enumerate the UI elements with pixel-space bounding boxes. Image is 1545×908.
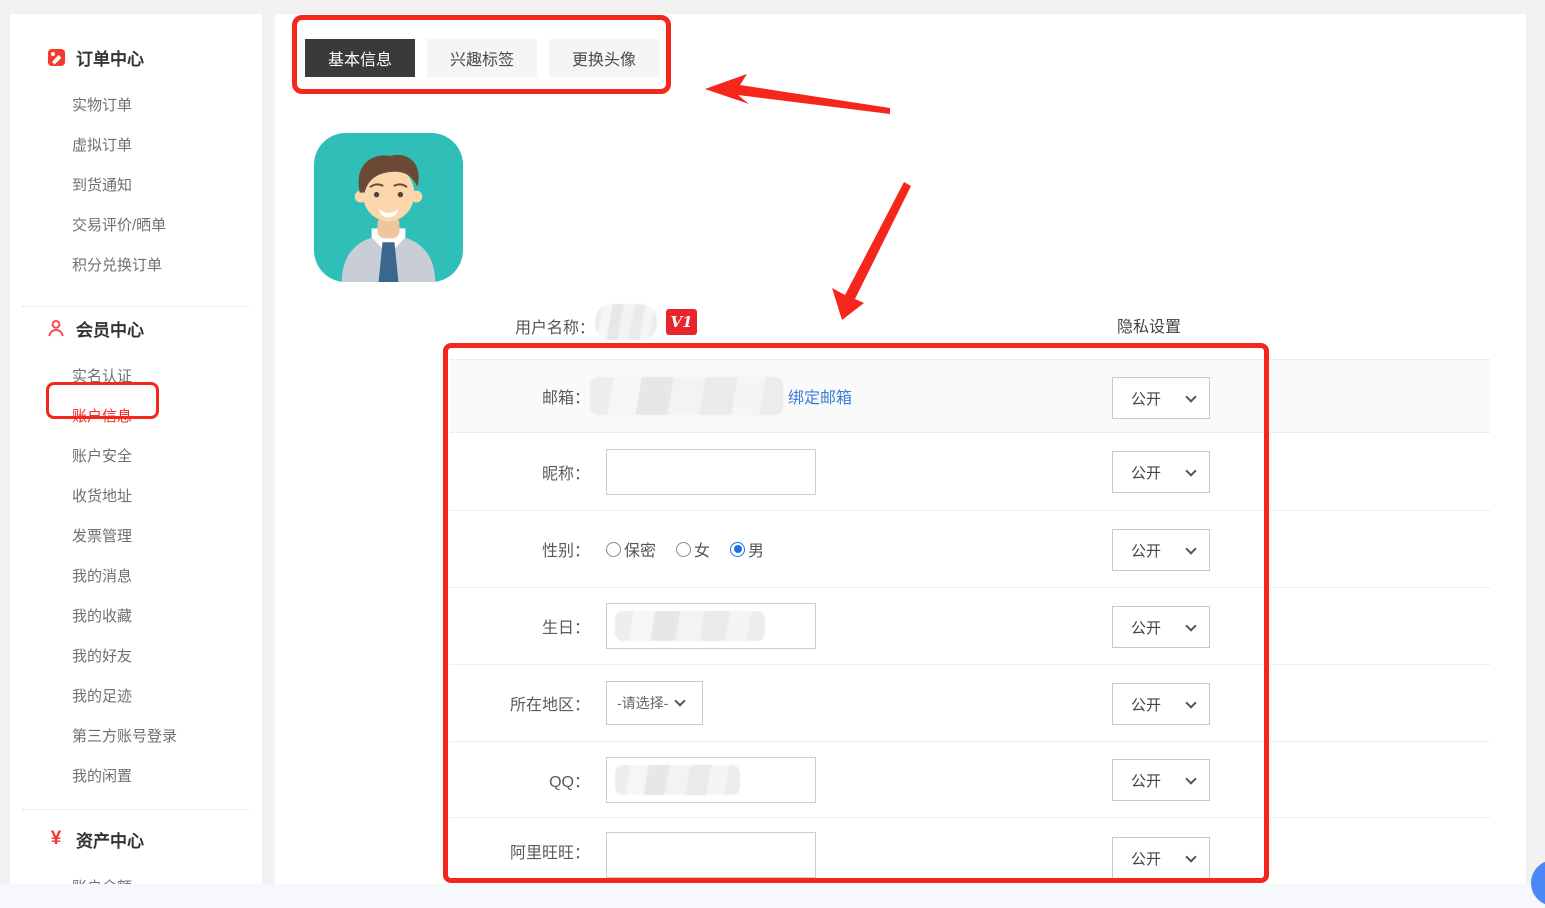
- gender-privacy-select[interactable]: 公开: [1112, 529, 1210, 571]
- birthday-censored-value: [615, 611, 765, 641]
- radio-secret[interactable]: 保密: [606, 537, 656, 561]
- vip-level-badge: V1: [666, 309, 697, 335]
- privacy-value: 公开: [1131, 462, 1161, 483]
- privacy-value: 公开: [1131, 770, 1161, 791]
- form-row-region: 所在地区： -请选择- 公开: [450, 665, 1489, 742]
- sidebar-item-my-idle[interactable]: 我的闲置: [10, 757, 262, 797]
- radio-female[interactable]: 女: [676, 537, 710, 561]
- sidebar-item-invoice-management[interactable]: 发票管理: [10, 517, 262, 557]
- avatar: [314, 133, 463, 282]
- qq-censored-value: [615, 765, 740, 795]
- annotation-arrow-form: [828, 180, 918, 326]
- sidebar: 订单中心 实物订单 虚拟订单 到货通知 交易评价/晒单 积分兑换订单 会员中心 …: [10, 14, 262, 908]
- sidebar-section-order-center: 订单中心: [10, 38, 262, 76]
- sidebar-item-my-friends[interactable]: 我的好友: [10, 637, 262, 677]
- form-row-aliwangwang: 阿里旺旺： 公开: [450, 818, 1489, 884]
- chevron-down-icon: [1185, 697, 1196, 708]
- chevron-down-icon: [1185, 773, 1196, 784]
- username-censored-value: [595, 304, 657, 340]
- privacy-value: 公开: [1131, 388, 1161, 409]
- sidebar-item-arrival-notice[interactable]: 到货通知: [10, 166, 262, 206]
- privacy-settings-header: 隐私设置: [1117, 313, 1181, 337]
- chevron-down-icon: [1185, 620, 1196, 631]
- sidebar-section-member-center: 会员中心: [10, 309, 262, 347]
- order-icon: [46, 47, 66, 67]
- qq-label: QQ：: [450, 742, 598, 817]
- sidebar-item-my-messages[interactable]: 我的消息: [10, 557, 262, 597]
- sidebar-item-shipping-address[interactable]: 收货地址: [10, 477, 262, 517]
- annotation-arrow-tabs: [700, 72, 895, 124]
- tab-basic-info[interactable]: 基本信息: [305, 39, 415, 77]
- yen-icon: ¥: [46, 829, 66, 849]
- sidebar-item-account-security[interactable]: 账户安全: [10, 437, 262, 477]
- form-row-email: 邮箱： 绑定邮箱 公开: [450, 359, 1489, 433]
- birthday-label: 生日：: [450, 588, 598, 664]
- form-row-nickname: 昵称： 公开: [450, 433, 1489, 511]
- region-select[interactable]: -请选择-: [606, 681, 703, 725]
- email-label: 邮箱：: [450, 360, 598, 432]
- radio-icon: [676, 542, 691, 557]
- sidebar-divider: [22, 306, 250, 307]
- region-label: 所在地区：: [450, 665, 598, 741]
- sidebar-item-my-favorites[interactable]: 我的收藏: [10, 597, 262, 637]
- radio-label: 女: [694, 537, 710, 561]
- tab-change-avatar[interactable]: 更换头像: [549, 39, 659, 77]
- sidebar-item-points-orders[interactable]: 积分兑换订单: [10, 246, 262, 286]
- username-label: 用户名称：: [515, 314, 595, 338]
- radio-male[interactable]: 男: [730, 537, 764, 561]
- section-title: 订单中心: [76, 45, 144, 70]
- section-title: 会员中心: [76, 316, 144, 341]
- nickname-privacy-select[interactable]: 公开: [1112, 451, 1210, 493]
- sidebar-item-reviews[interactable]: 交易评价/晒单: [10, 206, 262, 246]
- sidebar-divider: [22, 809, 250, 810]
- aliwangwang-input[interactable]: [606, 832, 816, 878]
- radio-checked-icon: [730, 542, 745, 557]
- member-icon: [46, 318, 66, 338]
- radio-label: 男: [748, 537, 764, 561]
- region-privacy-select[interactable]: 公开: [1112, 683, 1210, 725]
- privacy-value: 公开: [1131, 848, 1161, 869]
- form-row-qq: QQ： 公开: [450, 742, 1489, 818]
- section-title: 资产中心: [76, 827, 144, 852]
- qq-input[interactable]: [606, 757, 816, 803]
- email-censored-value: [590, 377, 783, 415]
- form-row-gender: 性别： 保密 女 男 公开: [450, 511, 1489, 588]
- bind-email-link[interactable]: 绑定邮箱: [788, 384, 852, 408]
- birthday-input[interactable]: [606, 603, 816, 649]
- sidebar-item-virtual-orders[interactable]: 虚拟订单: [10, 126, 262, 166]
- tab-interest-tags[interactable]: 兴趣标签: [427, 39, 537, 77]
- privacy-value: 公开: [1131, 540, 1161, 561]
- chevron-down-icon: [1185, 465, 1196, 476]
- region-select-value: -请选择-: [617, 693, 668, 713]
- form-row-birthday: 生日： 公开: [450, 588, 1489, 665]
- chevron-down-icon: [1185, 851, 1196, 862]
- chevron-down-icon: [1185, 391, 1196, 402]
- sidebar-section-asset-center: ¥ 资产中心: [10, 820, 262, 858]
- sidebar-item-account-info[interactable]: 账户信息: [10, 397, 262, 437]
- privacy-value: 公开: [1131, 617, 1161, 638]
- qq-privacy-select[interactable]: 公开: [1112, 759, 1210, 801]
- radio-label: 保密: [624, 537, 656, 561]
- bottom-strip: [0, 884, 1545, 908]
- radio-icon: [606, 542, 621, 557]
- sidebar-item-my-footprints[interactable]: 我的足迹: [10, 677, 262, 717]
- main-content: 基本信息 兴趣标签 更换头像 用户名称： V1 隐私设置: [275, 14, 1526, 884]
- nickname-input[interactable]: [606, 449, 816, 495]
- birthday-privacy-select[interactable]: 公开: [1112, 606, 1210, 648]
- sidebar-item-real-name-auth[interactable]: 实名认证: [10, 357, 262, 397]
- aliwangwang-label: 阿里旺旺：: [450, 818, 598, 884]
- privacy-value: 公开: [1131, 694, 1161, 715]
- chevron-down-icon: [1185, 543, 1196, 554]
- chevron-down-icon: [675, 695, 686, 706]
- sidebar-item-physical-orders[interactable]: 实物订单: [10, 86, 262, 126]
- email-privacy-select[interactable]: 公开: [1112, 377, 1210, 419]
- nickname-label: 昵称：: [450, 433, 598, 510]
- gender-label: 性别：: [450, 511, 598, 587]
- sidebar-item-third-party-login[interactable]: 第三方账号登录: [10, 717, 262, 757]
- aliwangwang-privacy-select[interactable]: 公开: [1112, 837, 1210, 879]
